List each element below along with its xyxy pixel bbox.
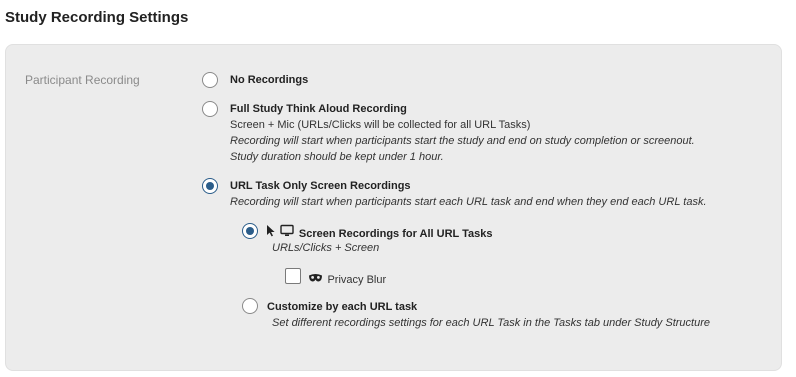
section-label: Participant Recording xyxy=(25,73,140,87)
url-task-only-note: Recording will start when participants s… xyxy=(230,196,707,208)
full-study-desc: Screen + Mic (URLs/Clicks will be collec… xyxy=(230,119,531,131)
all-url-tasks-label: Screen Recordings for All URL Tasks xyxy=(298,228,493,241)
full-study-note-1: Recording will start when participants s… xyxy=(230,135,695,147)
no-recordings-label: No Recordings xyxy=(230,74,309,86)
privacy-blur-row: Privacy Blur xyxy=(308,270,386,288)
page-title: Study Recording Settings xyxy=(5,9,189,26)
all-url-tasks-desc: URLs/Clicks + Screen xyxy=(272,242,380,254)
radio-all-url-tasks[interactable] xyxy=(242,223,258,239)
privacy-blur-label: Privacy Blur xyxy=(327,274,387,287)
radio-full-study[interactable] xyxy=(202,101,218,117)
full-study-note-2: Study duration should be kept under 1 ho… xyxy=(230,151,444,163)
customize-desc: Set different recordings settings for ea… xyxy=(272,317,710,329)
url-task-only-label: URL Task Only Screen Recordings xyxy=(230,180,411,192)
full-study-label: Full Study Think Aloud Recording xyxy=(230,103,407,115)
radio-url-task-only[interactable] xyxy=(202,178,218,194)
radio-customize[interactable] xyxy=(242,298,258,314)
all-url-tasks-row: Screen Recordings for All URL Tasks xyxy=(266,224,492,240)
privacy-blur-checkbox[interactable] xyxy=(285,268,301,284)
monitor-icon xyxy=(280,224,295,242)
cursor-icon xyxy=(266,224,276,242)
mask-icon xyxy=(308,270,323,288)
radio-no-recordings[interactable] xyxy=(202,72,218,88)
customize-label: Customize by each URL task xyxy=(267,301,418,313)
